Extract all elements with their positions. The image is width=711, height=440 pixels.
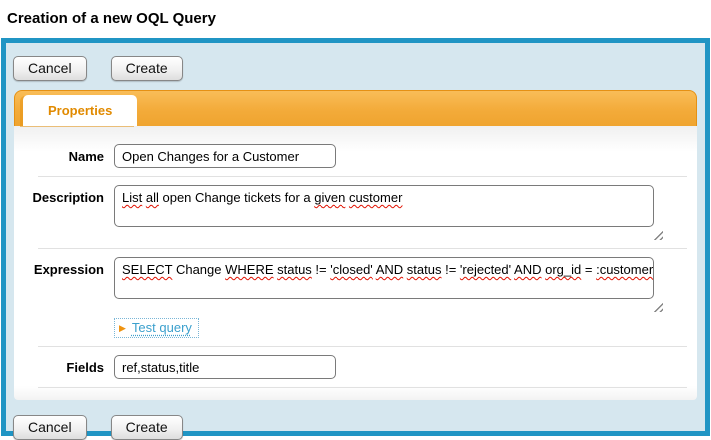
form-row-expression: Expression SELECT Change WHERE status !=…: [14, 251, 697, 344]
triangle-right-icon: ▶: [119, 323, 126, 333]
expression-textarea-wrap: SELECT Change WHERE status != 'closed' A…: [114, 257, 654, 338]
properties-form: Name Description List all open Change ti…: [14, 126, 697, 400]
form-row-name: Name: [14, 138, 697, 174]
row-divider: [38, 176, 687, 177]
page-title: Creation of a new OQL Query: [0, 0, 711, 37]
create-button-top[interactable]: Create: [111, 56, 183, 81]
fields-label: Fields: [14, 355, 114, 375]
cancel-button-bottom[interactable]: Cancel: [13, 415, 87, 440]
name-input[interactable]: [114, 144, 336, 168]
resize-grip-icon[interactable]: [653, 230, 663, 240]
test-query-label: Test query: [132, 320, 192, 335]
row-divider: [38, 387, 687, 388]
form-row-fields: Fields: [14, 349, 697, 385]
test-query-link[interactable]: ▶ Test query: [114, 318, 199, 338]
description-textarea-wrap: List all open Change tickets for a given…: [114, 185, 654, 240]
bottom-button-row: Cancel Create: [6, 400, 705, 440]
top-button-row: Cancel Create: [6, 43, 705, 81]
form-row-description: Description List all open Change tickets…: [14, 179, 697, 246]
description-textarea[interactable]: List all open Change tickets for a given…: [114, 185, 654, 227]
description-label: Description: [14, 185, 114, 205]
creation-panel: Cancel Create Properties Name Descriptio…: [1, 38, 710, 436]
tab-properties[interactable]: Properties: [23, 95, 137, 126]
create-button-bottom[interactable]: Create: [111, 415, 183, 440]
cancel-button-top[interactable]: Cancel: [13, 56, 87, 81]
row-divider: [38, 248, 687, 249]
name-label: Name: [14, 144, 114, 164]
row-divider: [38, 346, 687, 347]
fields-input[interactable]: [114, 355, 336, 379]
resize-grip-icon[interactable]: [653, 302, 663, 312]
tab-bar: Properties: [14, 90, 697, 126]
expression-textarea[interactable]: SELECT Change WHERE status != 'closed' A…: [114, 257, 654, 299]
expression-label: Expression: [14, 257, 114, 277]
